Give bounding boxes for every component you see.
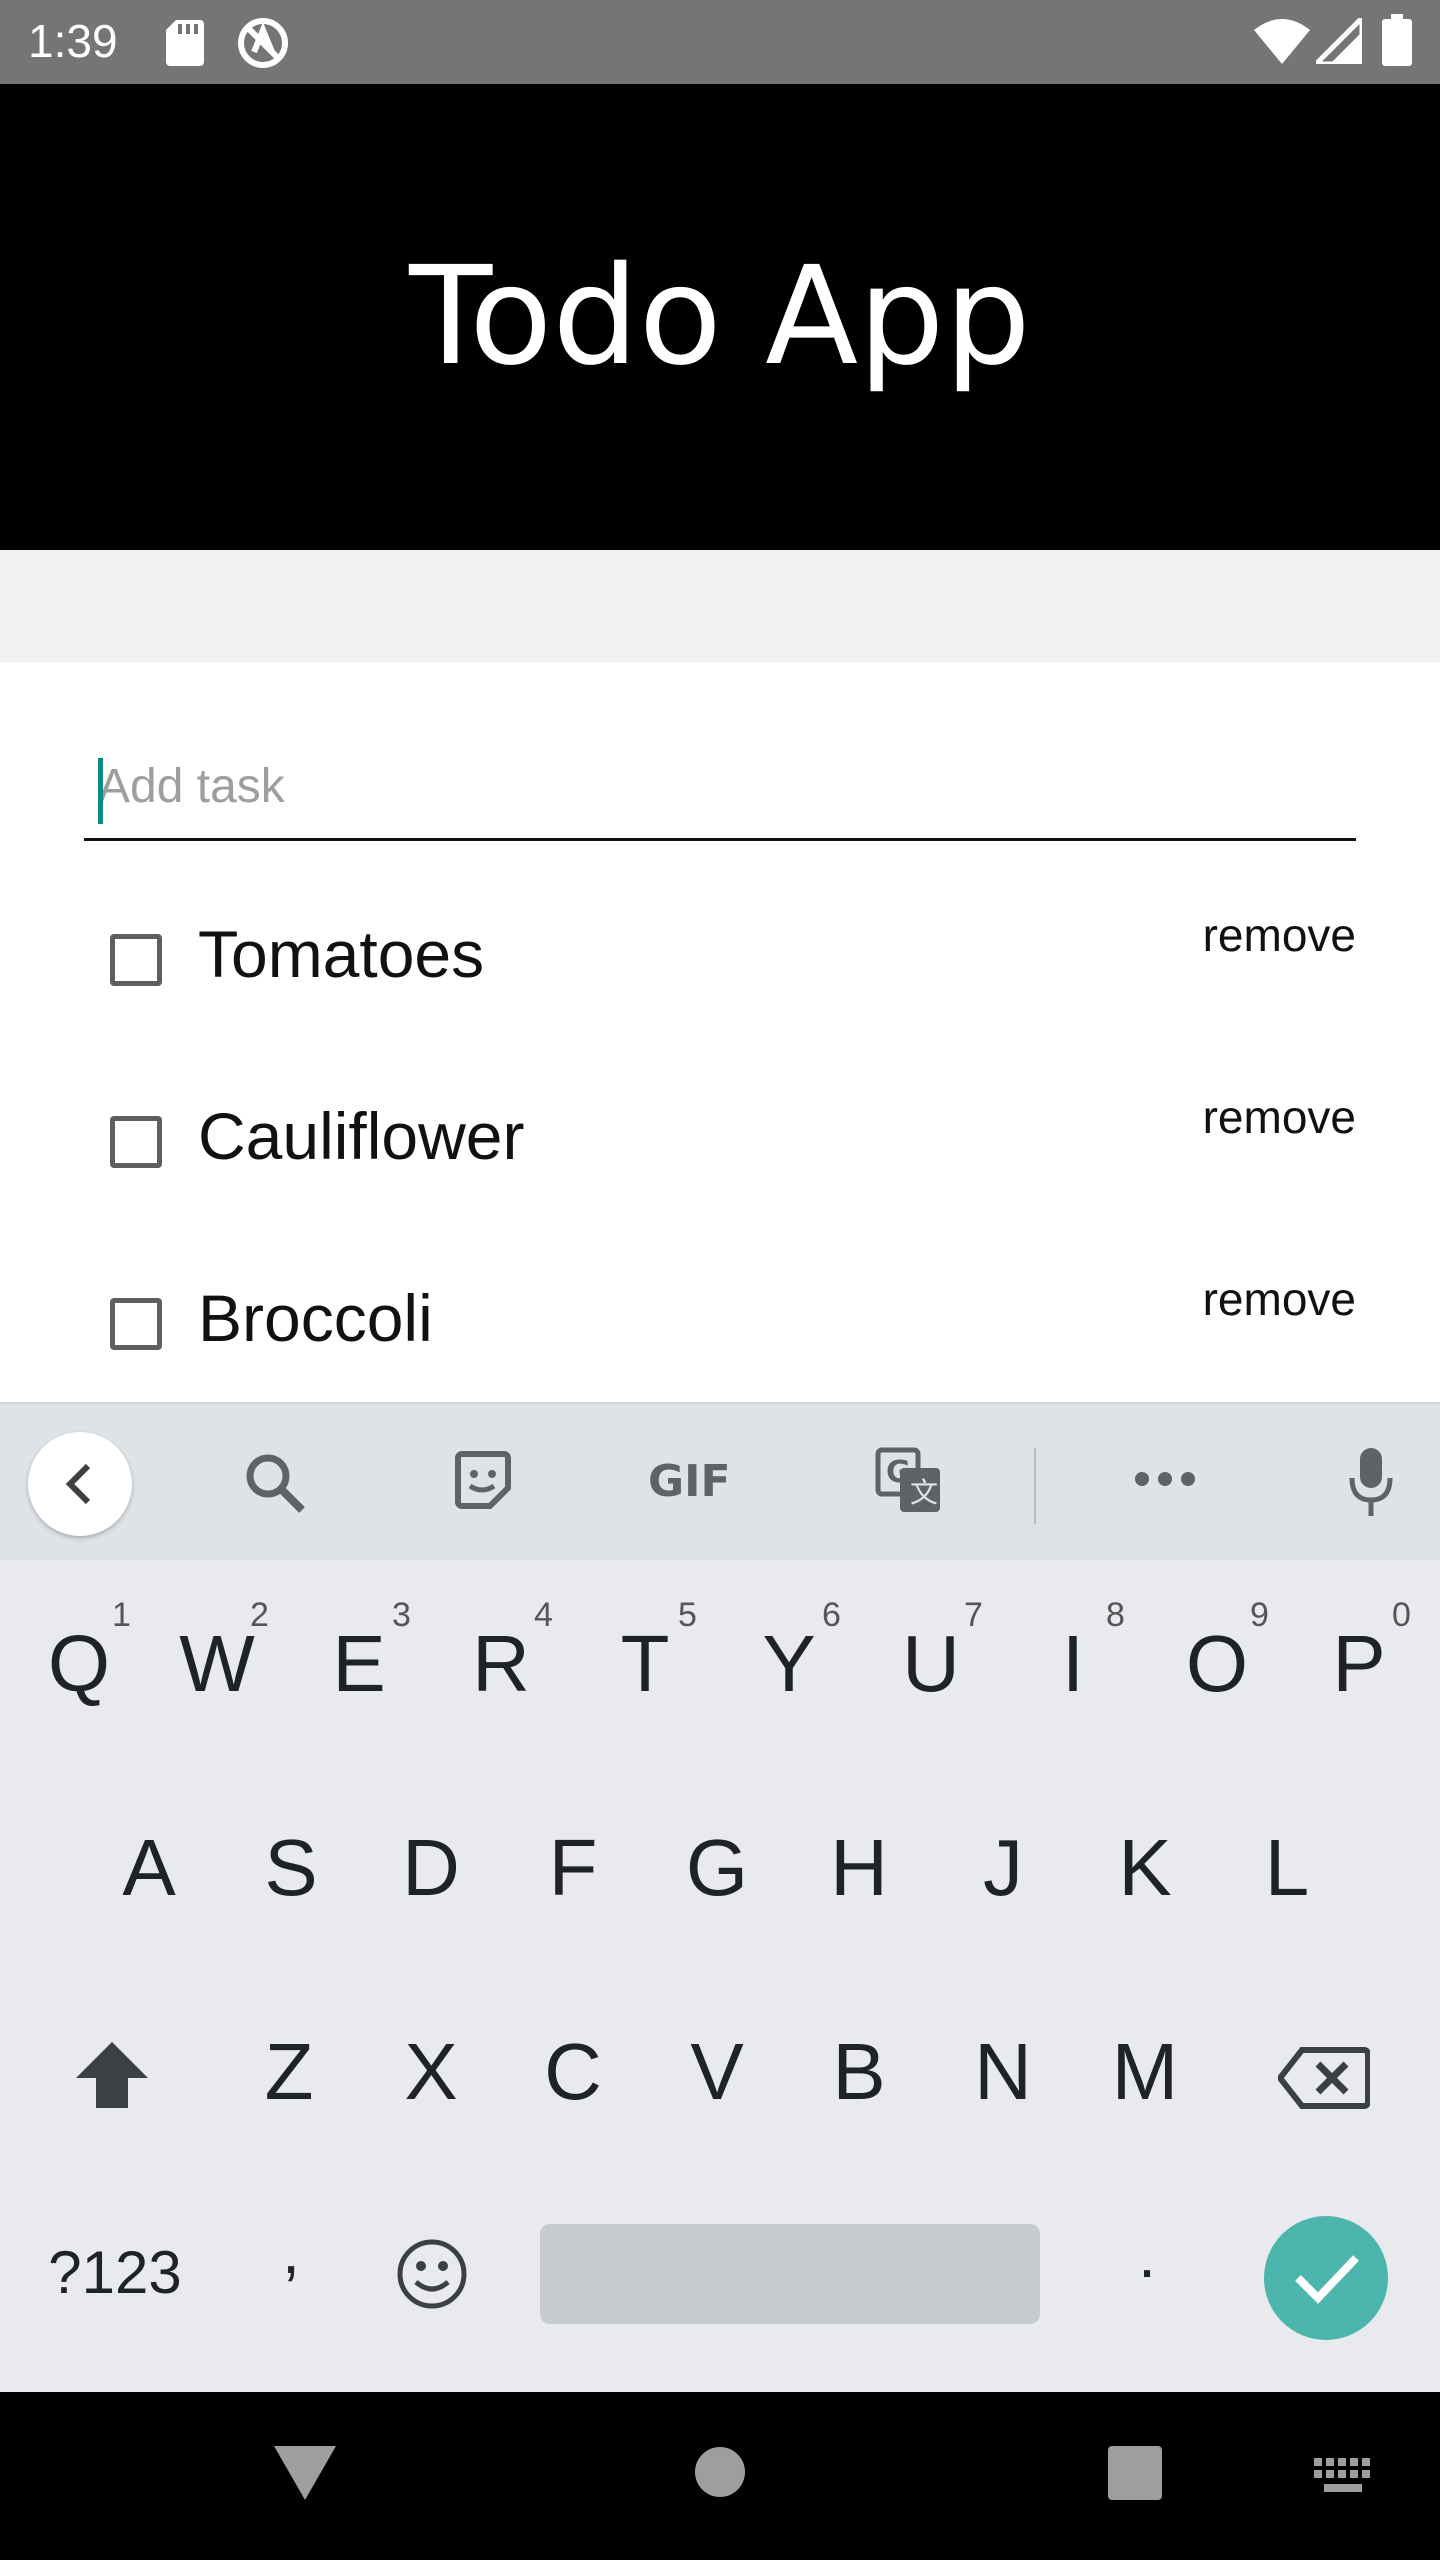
key-m[interactable]: M: [1102, 2026, 1188, 2118]
key-o[interactable]: O9: [1174, 1596, 1269, 1710]
sticker-icon[interactable]: [452, 1450, 514, 1512]
recents-square-icon[interactable]: [1108, 2446, 1162, 2500]
status-time: 1:39: [28, 15, 118, 67]
header-spacer: [0, 550, 1440, 662]
svg-text:文: 文: [910, 1476, 938, 1509]
emoji-icon[interactable]: [396, 2238, 468, 2310]
app-title: Todo App: [409, 238, 1031, 396]
key-h[interactable]: H: [816, 1822, 902, 1914]
app-bar: Todo App: [0, 84, 1440, 550]
key-i[interactable]: I8: [1030, 1596, 1125, 1710]
more-icon[interactable]: [1134, 1468, 1196, 1490]
space-bar[interactable]: [540, 2224, 1040, 2324]
key-q[interactable]: Q1: [36, 1596, 131, 1710]
mic-icon[interactable]: [1346, 1446, 1396, 1518]
period-key[interactable]: .: [1112, 2218, 1182, 2292]
key-f[interactable]: F: [530, 1822, 616, 1914]
key-u[interactable]: U7: [888, 1596, 983, 1710]
key-b[interactable]: B: [816, 2026, 902, 2118]
backspace-icon[interactable]: [1278, 2046, 1370, 2110]
add-task-field: [84, 728, 1356, 841]
sd-card-icon: [166, 20, 204, 66]
search-icon[interactable]: [242, 1450, 308, 1516]
key-s[interactable]: S: [248, 1822, 334, 1914]
remove-button[interactable]: remove: [1203, 1272, 1356, 1326]
task-list-area: Tomatoes remove Cauliflower remove Brocc…: [0, 662, 1440, 1402]
key-y[interactable]: Y6: [746, 1596, 841, 1710]
key-e[interactable]: E3: [316, 1596, 411, 1710]
navigation-bar: [0, 2392, 1440, 2560]
soft-keyboard: GIF G 文 Q1 W2 E3 R4 T5 Y6 U7 I8 O9 P0 A …: [0, 1402, 1440, 2392]
key-w[interactable]: W2: [174, 1596, 269, 1710]
gif-icon[interactable]: GIF: [648, 1456, 731, 1507]
wifi-icon: [1254, 19, 1310, 64]
key-c[interactable]: C: [530, 2026, 616, 2118]
battery-icon: [1382, 14, 1412, 66]
key-k[interactable]: K: [1102, 1822, 1188, 1914]
task-label: Tomatoes: [198, 917, 485, 991]
shift-icon[interactable]: [74, 2040, 150, 2110]
key-d[interactable]: D: [388, 1822, 474, 1914]
home-circle-icon[interactable]: [694, 2446, 746, 2498]
keyboard-back-button[interactable]: [28, 1432, 132, 1536]
key-l[interactable]: L: [1244, 1822, 1330, 1914]
key-n[interactable]: N: [960, 2026, 1046, 2118]
task-label: Broccoli: [198, 1281, 433, 1355]
key-v[interactable]: V: [674, 2026, 760, 2118]
remove-button[interactable]: remove: [1203, 908, 1356, 962]
checkmark-icon: [1295, 2255, 1359, 2304]
task-checkbox[interactable]: [110, 1116, 162, 1168]
key-g[interactable]: G: [674, 1822, 760, 1914]
key-x[interactable]: X: [388, 2026, 474, 2118]
enter-button[interactable]: [1264, 2216, 1388, 2340]
text-caret: [98, 758, 103, 824]
remove-button[interactable]: remove: [1203, 1090, 1356, 1144]
key-j[interactable]: J: [960, 1822, 1046, 1914]
status-bar: 1:39: [0, 0, 1440, 84]
task-item: Broccoli remove: [0, 1273, 1440, 1418]
toolbar-divider: [1034, 1448, 1036, 1524]
keyboard-switch-icon[interactable]: [1314, 2458, 1372, 2494]
task-checkbox[interactable]: [110, 1298, 162, 1350]
comma-key[interactable]: ,: [256, 2214, 326, 2288]
task-item: Tomatoes remove: [0, 909, 1440, 1054]
key-a[interactable]: A: [106, 1822, 192, 1914]
back-triangle-icon[interactable]: [274, 2446, 336, 2500]
signal-icon: [1316, 18, 1362, 64]
key-r[interactable]: R4: [458, 1596, 553, 1710]
add-task-input[interactable]: [98, 746, 1338, 826]
task-item: Cauliflower remove: [0, 1091, 1440, 1236]
task-checkbox[interactable]: [110, 934, 162, 986]
keyboard-toolbar: GIF G 文: [0, 1402, 1440, 1560]
key-p[interactable]: P0: [1316, 1596, 1411, 1710]
chevron-left-icon: [65, 1463, 91, 1505]
key-t[interactable]: T5: [602, 1596, 697, 1710]
sync-icon: [238, 18, 288, 68]
translate-icon[interactable]: G 文: [874, 1446, 944, 1516]
task-label: Cauliflower: [198, 1099, 525, 1173]
key-z[interactable]: Z: [246, 2026, 332, 2118]
symbols-key[interactable]: ?123: [30, 2238, 200, 2307]
